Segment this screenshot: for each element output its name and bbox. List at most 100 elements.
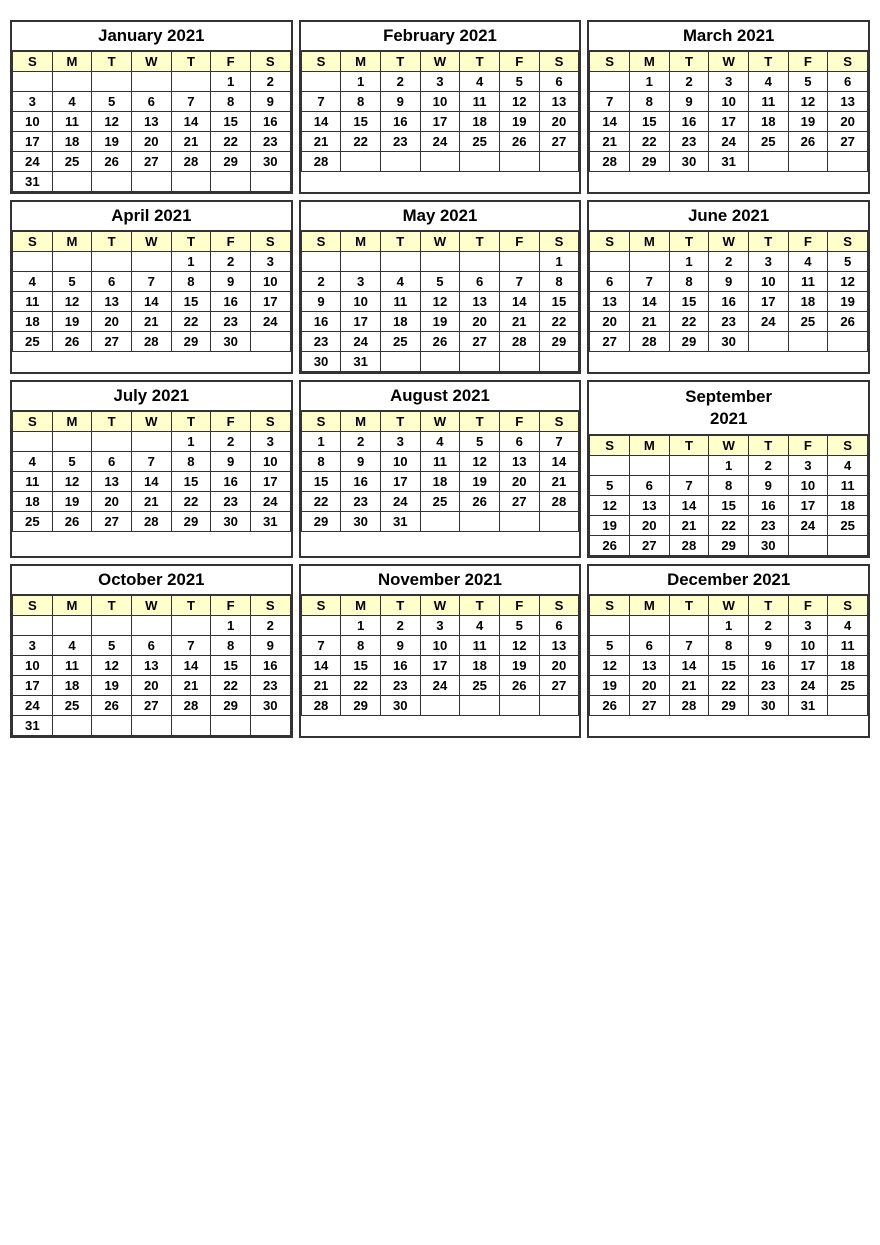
calendar-day	[828, 152, 868, 172]
calendar-day: 30	[669, 152, 709, 172]
calendar-day: 27	[92, 512, 132, 532]
calendar-day: 20	[460, 312, 500, 332]
calendar-day: 15	[301, 472, 341, 492]
calendar-day: 10	[13, 655, 53, 675]
calendar-day: 30	[341, 512, 381, 532]
calendar-day: 30	[380, 695, 420, 715]
month-block: August 2021SMTWTFS1234567891011121314151…	[299, 380, 582, 558]
month-title: June 2021	[589, 202, 868, 231]
calendar-day: 3	[250, 432, 290, 452]
calendar-day: 9	[380, 92, 420, 112]
calendar-day: 7	[171, 635, 211, 655]
calendar-day	[52, 252, 92, 272]
calendar-day: 25	[460, 132, 500, 152]
calendar-day: 17	[420, 655, 460, 675]
calendar-day: 1	[539, 252, 579, 272]
calendar-day: 12	[92, 112, 132, 132]
day-header: S	[13, 595, 53, 615]
month-block: May 2021SMTWTFS1234567891011121314151617…	[299, 200, 582, 374]
day-header: T	[380, 595, 420, 615]
calendar-day: 5	[52, 452, 92, 472]
calendar-day	[92, 432, 132, 452]
calendar-day: 14	[171, 112, 211, 132]
calendar-day	[629, 455, 669, 475]
calendar-day: 23	[250, 132, 290, 152]
calendar-day	[590, 455, 630, 475]
calendar-day: 31	[380, 512, 420, 532]
calendar-day	[92, 615, 132, 635]
calendar-day: 29	[709, 535, 749, 555]
calendar-day: 29	[341, 695, 381, 715]
calendar-day: 18	[460, 655, 500, 675]
day-header: T	[171, 52, 211, 72]
day-header: W	[420, 412, 460, 432]
day-header: S	[13, 412, 53, 432]
day-header: S	[828, 52, 868, 72]
calendar-day: 18	[748, 112, 788, 132]
calendar-day: 28	[131, 512, 171, 532]
calendar-day	[669, 455, 709, 475]
calendar-day: 28	[171, 695, 211, 715]
calendar-day: 17	[420, 112, 460, 132]
day-header: T	[669, 232, 709, 252]
day-header: S	[590, 52, 630, 72]
calendar-day: 4	[828, 615, 868, 635]
calendar-day: 6	[92, 272, 132, 292]
calendar-day: 28	[131, 332, 171, 352]
day-header: F	[499, 595, 539, 615]
calendar-day	[52, 72, 92, 92]
calendar-day: 15	[709, 495, 749, 515]
day-header: S	[250, 232, 290, 252]
calendar-day	[420, 512, 460, 532]
calendar-day: 24	[250, 312, 290, 332]
calendar-day: 3	[341, 272, 381, 292]
calendar-day: 19	[92, 132, 132, 152]
calendar-day	[539, 512, 579, 532]
calendar-day: 27	[92, 332, 132, 352]
calendar-day	[92, 72, 132, 92]
calendar-day: 11	[460, 92, 500, 112]
calendar-day: 3	[709, 72, 749, 92]
calendar-day: 25	[52, 695, 92, 715]
calendar-day: 9	[748, 475, 788, 495]
calendar-day	[92, 172, 132, 192]
calendar-day: 19	[420, 312, 460, 332]
calendar-day: 24	[788, 515, 828, 535]
calendar-day: 7	[171, 92, 211, 112]
calendar-day: 19	[52, 312, 92, 332]
calendar-day: 22	[211, 132, 251, 152]
calendar-day	[460, 152, 500, 172]
calendar-day: 16	[709, 292, 749, 312]
month-block: April 2021SMTWTFS12345678910111213141516…	[10, 200, 293, 374]
day-header: S	[250, 52, 290, 72]
calendar-day: 25	[13, 332, 53, 352]
calendar-day: 15	[539, 292, 579, 312]
calendar-day: 1	[709, 615, 749, 635]
calendar-day: 14	[499, 292, 539, 312]
calendar-day: 2	[301, 272, 341, 292]
calendar-day: 30	[211, 332, 251, 352]
month-block: October 2021SMTWTFS123456789101112131415…	[10, 564, 293, 738]
calendar-day: 29	[171, 332, 211, 352]
calendar-day: 1	[669, 252, 709, 272]
month-title: September2021	[589, 382, 868, 435]
month-block: March 2021SMTWTFS12345678910111213141516…	[587, 20, 870, 194]
calendar-day: 9	[341, 452, 381, 472]
month-block: September2021SMTWTFS12345678910111213141…	[587, 380, 870, 558]
calendar-day: 24	[420, 132, 460, 152]
month-block: December 2021SMTWTFS12345678910111213141…	[587, 564, 870, 738]
calendar-day: 8	[341, 635, 381, 655]
calendar-day: 12	[92, 655, 132, 675]
calendar-day: 25	[380, 332, 420, 352]
calendar-day: 7	[669, 635, 709, 655]
calendar-day: 2	[380, 72, 420, 92]
calendar-day: 7	[301, 92, 341, 112]
calendar-day: 22	[669, 312, 709, 332]
calendar-day	[13, 72, 53, 92]
month-title: October 2021	[12, 566, 291, 595]
calendar-day: 22	[171, 492, 211, 512]
calendar-day: 13	[828, 92, 868, 112]
calendar-day: 23	[301, 332, 341, 352]
calendar-day: 9	[669, 92, 709, 112]
calendar-day: 13	[629, 495, 669, 515]
